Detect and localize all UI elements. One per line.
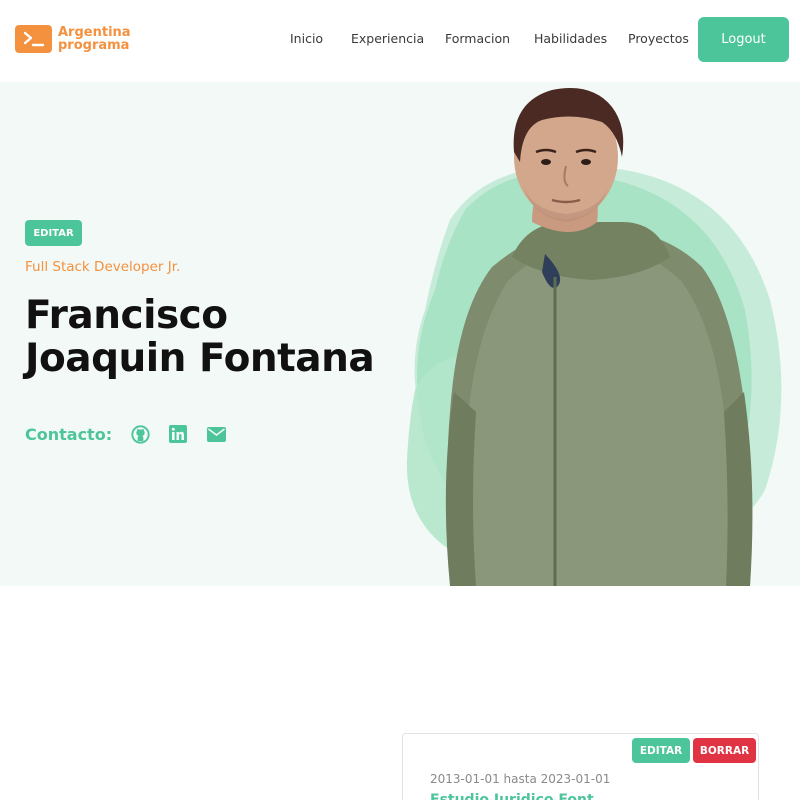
linkedin-icon[interactable] — [168, 424, 188, 444]
contact-row: Contacto: — [25, 424, 244, 444]
card-delete-button[interactable]: BORRAR — [693, 738, 756, 763]
logout-button[interactable]: Logout — [698, 17, 789, 62]
hero-section: EDITAR Full Stack Developer Jr. Francisc… — [0, 82, 800, 586]
card-edit-button[interactable]: EDITAR — [632, 738, 690, 763]
education-card: EDITAR BORRAR 2013-01-01 hasta 2023-01-0… — [402, 733, 759, 800]
edit-profile-button[interactable]: EDITAR — [25, 220, 82, 246]
card-title: Estudio Juridico Font... — [430, 792, 610, 800]
email-icon[interactable] — [206, 424, 226, 444]
brand-name: Argentina programa — [58, 26, 131, 52]
nav-link-proyectos[interactable]: Proyectos — [628, 31, 689, 46]
brand-logo[interactable]: Argentina programa — [15, 25, 131, 53]
profile-photo — [445, 88, 753, 586]
job-title: Full Stack Developer Jr. — [25, 259, 181, 275]
nav-link-formacion[interactable]: Formacion — [445, 31, 510, 46]
profile-name-line2: Joaquin Fontana — [25, 336, 375, 381]
top-navbar: Argentina programa Inicio Experiencia Fo… — [0, 0, 800, 82]
profile-name: Francisco Joaquin Fontana — [25, 294, 395, 380]
terminal-prompt-icon — [15, 25, 52, 53]
card-dates: 2013-01-01 hasta 2023-01-01 — [430, 772, 611, 786]
nav-link-inicio[interactable]: Inicio — [290, 31, 323, 46]
profile-name-line1: Francisco — [25, 293, 228, 338]
contact-label: Contacto: — [25, 424, 113, 444]
nav-link-experiencia[interactable]: Experiencia — [351, 31, 424, 46]
nav-link-habilidades[interactable]: Habilidades — [534, 31, 607, 46]
github-icon[interactable] — [130, 424, 150, 444]
brand-name-line2: programa — [58, 38, 130, 53]
